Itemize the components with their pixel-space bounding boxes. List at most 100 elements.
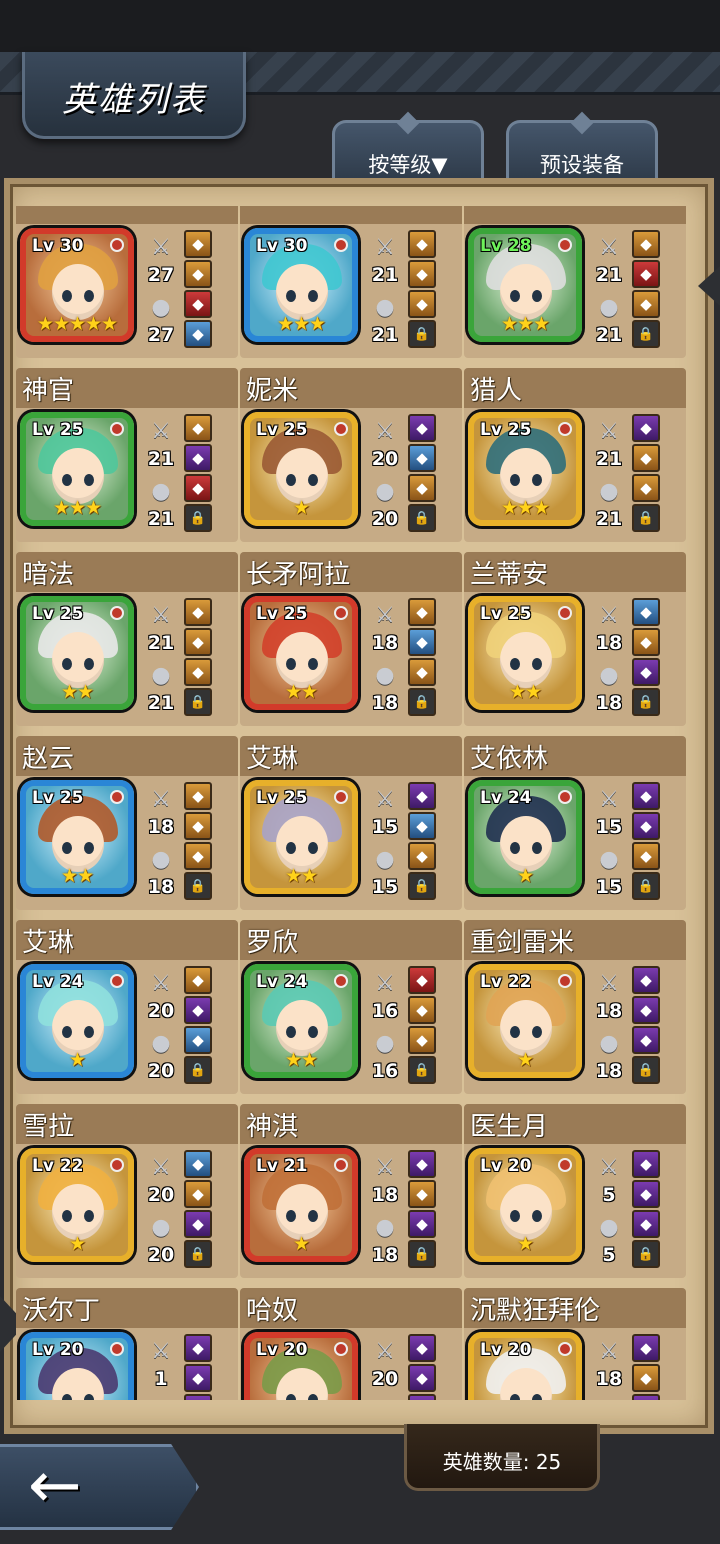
equipment-slot[interactable]: ◆ [632,260,660,288]
locked-slot[interactable]: 🔒 [184,688,212,716]
equipment-slot[interactable]: ◆ [184,474,212,502]
equipment-slot[interactable]: ◆ [184,1180,212,1208]
equipment-slot[interactable]: ◆ [408,598,436,626]
hero-list-scroll[interactable]: Lv 30 ★★★★★ ⚔ 27 ● 27 ◆◆◆◆ Lv 30 ★★★ [16,206,692,1400]
hero-card[interactable]: 罗欣 Lv 24 ★★ ⚔ 16 ● 16 ◆ ◆ ◆ 🔒 [240,920,462,1094]
equipment-slot[interactable]: ◆ [408,966,436,994]
equipment-slot[interactable]: ◆ [632,842,660,870]
hero-portrait[interactable]: Lv 25 ★★ [244,780,358,894]
hero-portrait[interactable]: Lv 30 ★★★★★ [20,228,134,342]
equipment-slot[interactable]: ◆ [408,1364,436,1392]
equipment-slot[interactable]: ◆ [408,1210,436,1238]
equipment-slot[interactable]: ◆ [184,320,212,348]
equipment-slot[interactable]: ◆ [632,598,660,626]
equipment-slot[interactable]: ◆ [408,812,436,840]
hero-card[interactable]: 重剑雷米 Lv 22 ★ ⚔ 18 ● 18 ◆ ◆ ◆ 🔒 [464,920,686,1094]
hero-card[interactable]: Lv 28 ★★★ ⚔ 21 ● 21 ◆ ◆ ◆ 🔒 [464,206,686,358]
equipment-slot[interactable]: ◆ [632,1394,660,1400]
hero-portrait[interactable]: Lv 21 ★ [244,1148,358,1262]
hero-portrait[interactable]: Lv 24 ★★ [244,964,358,1078]
locked-slot[interactable]: 🔒 [408,504,436,532]
hero-card[interactable]: Lv 30 ★★★★★ ⚔ 27 ● 27 ◆ ◆ ◆ ◆ [16,206,238,358]
equipment-slot[interactable]: ◆ [632,1026,660,1054]
hero-card[interactable]: 哈奴 Lv 20 ⚔ 20 ● ◆◆◆🔒 [240,1288,462,1400]
equipment-slot[interactable]: ◆ [632,996,660,1024]
equipment-slot[interactable]: ◆ [408,290,436,318]
hero-card[interactable]: 神淇 Lv 21 ★ ⚔ 18 ● 18 ◆ ◆ ◆ 🔒 [240,1104,462,1278]
hero-portrait[interactable]: Lv 20 [20,1332,134,1400]
equipment-slot[interactable]: ◆ [408,842,436,870]
hero-portrait[interactable]: Lv 24 ★ [20,964,134,1078]
locked-slot[interactable]: 🔒 [632,688,660,716]
equipment-slot[interactable]: ◆ [408,474,436,502]
locked-slot[interactable]: 🔒 [408,872,436,900]
equipment-slot[interactable]: ◆ [184,782,212,810]
equipment-slot[interactable]: ◆ [184,598,212,626]
sort-by-level-tab[interactable]: 按等级▼ [332,120,484,187]
hero-card[interactable]: 暗法 Lv 25 ★★ ⚔ 21 ● 21 ◆ ◆ ◆ 🔒 [16,552,238,726]
equipment-slot[interactable]: ◆ [632,1334,660,1362]
equipment-slot[interactable]: ◆ [632,1210,660,1238]
equipment-slot[interactable]: ◆ [408,1180,436,1208]
equipment-slot[interactable]: ◆ [632,444,660,472]
hero-card[interactable]: 医生月 Lv 20 ★ ⚔ 5 ● 5 ◆ ◆ ◆ 🔒 [464,1104,686,1278]
hero-portrait[interactable]: Lv 25 ★★★ [468,412,582,526]
equipment-slot[interactable]: ◆ [184,658,212,686]
equipment-slot[interactable]: ◆ [408,260,436,288]
hero-portrait[interactable]: Lv 25 ★ [244,412,358,526]
equipment-slot[interactable]: ◆ [184,1150,212,1178]
equipment-slot[interactable]: ◆ [408,444,436,472]
hero-card[interactable]: 沉默狂拜伦 Lv 20 ⚔ 18 ● ◆◆◆🔒 [464,1288,686,1400]
hero-portrait[interactable]: Lv 20 [244,1332,358,1400]
equipment-slot[interactable]: ◆ [632,290,660,318]
locked-slot[interactable]: 🔒 [184,1240,212,1268]
locked-slot[interactable]: 🔒 [408,320,436,348]
equipment-slot[interactable]: ◆ [632,782,660,810]
equipment-slot[interactable]: ◆ [184,444,212,472]
equipment-slot[interactable]: ◆ [632,1150,660,1178]
preset-equipment-tab[interactable]: 预设装备 [506,120,658,187]
equipment-slot[interactable]: ◆ [184,1394,212,1400]
equipment-slot[interactable]: ◆ [184,230,212,258]
hero-card[interactable]: 神官 Lv 25 ★★★ ⚔ 21 ● 21 ◆ ◆ ◆ 🔒 [16,368,238,542]
hero-portrait[interactable]: Lv 22 ★ [468,964,582,1078]
equipment-slot[interactable]: ◆ [408,1150,436,1178]
equipment-slot[interactable]: ◆ [184,996,212,1024]
hero-portrait[interactable]: Lv 20 ★ [468,1148,582,1262]
locked-slot[interactable]: 🔒 [184,504,212,532]
hero-card[interactable]: 沃尔丁 Lv 20 ⚔ 1 ● ◆◆◆🔒 [16,1288,238,1400]
locked-slot[interactable]: 🔒 [632,320,660,348]
locked-slot[interactable]: 🔒 [408,1056,436,1084]
hero-portrait[interactable]: Lv 24 ★ [468,780,582,894]
equipment-slot[interactable]: ◆ [184,1210,212,1238]
back-button[interactable]: ← [0,1444,199,1530]
equipment-slot[interactable]: ◆ [408,1334,436,1362]
equipment-slot[interactable]: ◆ [632,474,660,502]
equipment-slot[interactable]: ◆ [632,658,660,686]
hero-portrait[interactable]: Lv 25 ★★ [20,596,134,710]
hero-portrait[interactable]: Lv 25 ★★ [468,596,582,710]
equipment-slot[interactable]: ◆ [408,996,436,1024]
locked-slot[interactable]: 🔒 [632,1056,660,1084]
equipment-slot[interactable]: ◆ [184,290,212,318]
hero-portrait[interactable]: Lv 22 ★ [20,1148,134,1262]
equipment-slot[interactable]: ◆ [632,1364,660,1392]
hero-portrait[interactable]: Lv 20 [468,1332,582,1400]
equipment-slot[interactable]: ◆ [408,1394,436,1400]
equipment-slot[interactable]: ◆ [408,658,436,686]
hero-portrait[interactable]: Lv 28 ★★★ [468,228,582,342]
hero-card[interactable]: 赵云 Lv 25 ★★ ⚔ 18 ● 18 ◆ ◆ ◆ 🔒 [16,736,238,910]
hero-card[interactable]: 猎人 Lv 25 ★★★ ⚔ 21 ● 21 ◆ ◆ ◆ 🔒 [464,368,686,542]
locked-slot[interactable]: 🔒 [408,688,436,716]
equipment-slot[interactable]: ◆ [408,1026,436,1054]
hero-portrait[interactable]: Lv 30 ★★★ [244,228,358,342]
locked-slot[interactable]: 🔒 [184,872,212,900]
hero-card[interactable]: 长矛阿拉 Lv 25 ★★ ⚔ 18 ● 18 ◆ ◆ ◆ 🔒 [240,552,462,726]
hero-portrait[interactable]: Lv 25 ★★★ [20,412,134,526]
hero-card[interactable]: 雪拉 Lv 22 ★ ⚔ 20 ● 20 ◆ ◆ ◆ 🔒 [16,1104,238,1278]
equipment-slot[interactable]: ◆ [184,1334,212,1362]
equipment-slot[interactable]: ◆ [408,782,436,810]
hero-portrait[interactable]: Lv 25 ★★ [20,780,134,894]
hero-card[interactable]: Lv 30 ★★★ ⚔ 21 ● 21 ◆ ◆ ◆ 🔒 [240,206,462,358]
equipment-slot[interactable]: ◆ [408,414,436,442]
